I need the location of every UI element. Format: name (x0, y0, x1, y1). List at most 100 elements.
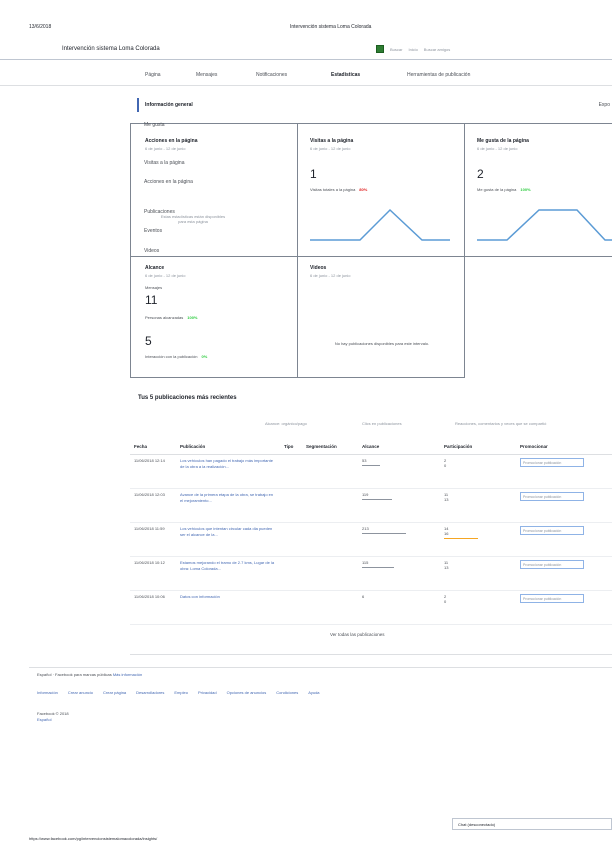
footer-link[interactable]: Privacidad (198, 690, 217, 695)
card-label-text: Me gusta de la página (477, 187, 517, 192)
top-right-nav: Buscar Inicio Buscar amigos (376, 45, 450, 53)
card-reach[interactable]: Alcance 6 de junio - 12 de junio Mensaje… (130, 256, 298, 378)
export-link[interactable]: Expo (599, 102, 610, 108)
post-link[interactable]: Estamos mejorando el tramo de 2.7 kms, L… (180, 560, 274, 571)
videos-empty-message: No hay publicaciones disponibles para es… (334, 341, 430, 346)
engagement-value: 5 (145, 334, 152, 348)
footer-learn-more-link[interactable]: Más información (113, 672, 142, 677)
reach-value: 53 (362, 457, 367, 463)
engagement-label: Interacción con la publicación 0% (145, 354, 207, 359)
footer-link[interactable]: Desarrolladores (136, 690, 164, 695)
footer-link[interactable]: Crear página (103, 690, 126, 695)
card-title: Visitas a la página (310, 138, 354, 144)
card-date-range: 6 de junio - 12 de junio (310, 146, 351, 151)
recent-posts-table: Fecha Publicación Tipo Segmentación Alca… (130, 440, 612, 625)
post-link[interactable]: Avance de la primera etapa de la obra, s… (180, 492, 273, 503)
language-link[interactable]: Español (37, 717, 69, 723)
messages-label: Mensajes (145, 285, 163, 290)
page-tabs: Página Mensajes Notificaciones Estadísti… (0, 64, 612, 86)
card-title: Me gusta de la página (477, 138, 529, 144)
legend-reach: Alcance: orgánico/pago (265, 421, 307, 426)
overview-header: Información general Expo (137, 98, 612, 112)
card-date-range: 6 de junio - 12 de junio (145, 273, 186, 278)
footer-link[interactable]: Información (37, 690, 58, 695)
engagement-value-b: 13 (444, 564, 449, 570)
change-badge: 100% (520, 187, 531, 192)
footer-link[interactable]: Ayuda (308, 690, 319, 695)
footer-link[interactable]: Crear anuncio (68, 690, 93, 695)
table-row[interactable]: 11/06/2018 10:12 Estamos mejorando el tr… (130, 556, 612, 591)
section-accent-bar (137, 98, 139, 112)
tab-page[interactable]: Página (145, 72, 161, 78)
tab-messages[interactable]: Mensajes (196, 72, 217, 78)
promote-button[interactable]: Promocionar publicación (520, 559, 584, 569)
col-type[interactable]: Tipo (280, 440, 302, 455)
print-url: https://www.facebook.com/pg/intervencion… (29, 836, 158, 841)
post-link[interactable]: Datos con información (180, 594, 220, 599)
dropdown-item[interactable]: Videos (144, 248, 159, 254)
find-friends-link[interactable]: Buscar amigos (424, 47, 450, 52)
card-page-likes[interactable]: Me gusta de la página 6 de junio - 12 de… (464, 123, 612, 257)
chat-sidebar-toggle[interactable]: Chat (desconectado) (452, 818, 612, 830)
change-badge: 0% (201, 354, 208, 359)
post-link[interactable]: Los vehículos que intentan circular cada… (180, 526, 272, 537)
col-promote[interactable]: Promocionar (516, 440, 612, 455)
post-date: 11/06/2018 10:12 (130, 556, 176, 591)
dropdown-item[interactable]: Acciones en la página (144, 179, 193, 185)
footer-divider (29, 667, 612, 668)
table-row[interactable]: 11/06/2018 10:06 Datos con información 6… (130, 590, 612, 625)
dropdown-item[interactable]: Me gusta (144, 122, 165, 128)
footer-language-text: Español · Facebook para marcas públicas (37, 672, 112, 677)
visits-sparkline (310, 208, 450, 241)
engagement-label-text: Interacción con la publicación (145, 354, 198, 359)
footer-language-line: Español · Facebook para marcas públicas … (37, 672, 142, 677)
reach-bar (362, 464, 380, 466)
promote-button[interactable]: Promocionar publicación (520, 491, 584, 501)
col-reach[interactable]: Alcance (358, 440, 440, 455)
footer-link[interactable]: Empleo (174, 690, 188, 695)
recent-posts-title: Tus 5 publicaciones más recientes (138, 395, 237, 401)
col-date[interactable]: Fecha (130, 440, 176, 455)
table-row[interactable]: 11/06/2018 12:14 Los vehículos han pagad… (130, 454, 612, 489)
col-post[interactable]: Publicación (176, 440, 280, 455)
footer-link[interactable]: Condiciones (276, 690, 298, 695)
post-link[interactable]: Los vehículos han pagado el trabajo más … (180, 458, 273, 469)
engagement-bar (444, 537, 478, 539)
tab-publishing-tools[interactable]: Herramientas de publicación (407, 72, 470, 78)
card-label-text: Visitas totales a la página (310, 187, 356, 192)
table-row[interactable]: 11/06/2018 11:59 Los vehículos que inten… (130, 522, 612, 557)
reach-label-text: Personas alcanzadas (145, 315, 184, 320)
table-row[interactable]: 11/06/2018 12:03 Avance de la primera et… (130, 488, 612, 523)
change-badge: 100% (187, 315, 198, 320)
promote-button[interactable]: Promocionar publicación (520, 525, 584, 535)
tab-notifications[interactable]: Notificaciones (256, 72, 287, 78)
legend-clicks: Clics en publicaciones (362, 421, 402, 426)
table-header-row: Fecha Publicación Tipo Segmentación Alca… (130, 440, 612, 455)
reach-value: 115 (362, 559, 369, 565)
see-all-posts-link[interactable]: Ver todas las publicaciones (330, 632, 385, 637)
promote-button[interactable]: Promocionar publicación (520, 457, 584, 467)
dropdown-item[interactable]: Eventos (144, 228, 162, 234)
metric-dropdown: Me gusta Visitas a la página Acciones en… (130, 122, 297, 262)
card-page-visits[interactable]: Visitas a la página 6 de junio - 12 de j… (297, 123, 465, 257)
messages-value: 11 (145, 293, 158, 307)
page-name[interactable]: Intervención sistema Loma Colorada (62, 46, 160, 52)
search-link[interactable]: Buscar (390, 47, 402, 52)
post-date: 11/06/2018 11:59 (130, 522, 176, 557)
overview-title: Información general (145, 102, 193, 108)
dropdown-item[interactable]: Visitas a la página (144, 160, 185, 166)
engagement-value-b: 13 (444, 496, 449, 502)
engagement-value-b: 0 (444, 462, 447, 468)
home-link[interactable]: Inicio (408, 47, 417, 52)
card-title: Videos (310, 265, 327, 271)
print-date: 13/6/2018 (29, 24, 52, 30)
thumbs-up-icon[interactable] (376, 45, 384, 53)
legend-reactions: Reacciones, comentarios y veces que se c… (455, 421, 547, 426)
footer-link[interactable]: Opciones de anuncios (227, 690, 267, 695)
promote-button[interactable]: Promocionar publicación (520, 593, 584, 603)
tab-insights[interactable]: Estadísticas (331, 72, 360, 78)
card-videos[interactable]: Videos 6 de junio - 12 de junio No hay p… (297, 256, 465, 378)
col-targeting[interactable]: Segmentación (302, 440, 358, 455)
reach-bar (362, 566, 394, 568)
col-engagement[interactable]: Participación (440, 440, 516, 455)
